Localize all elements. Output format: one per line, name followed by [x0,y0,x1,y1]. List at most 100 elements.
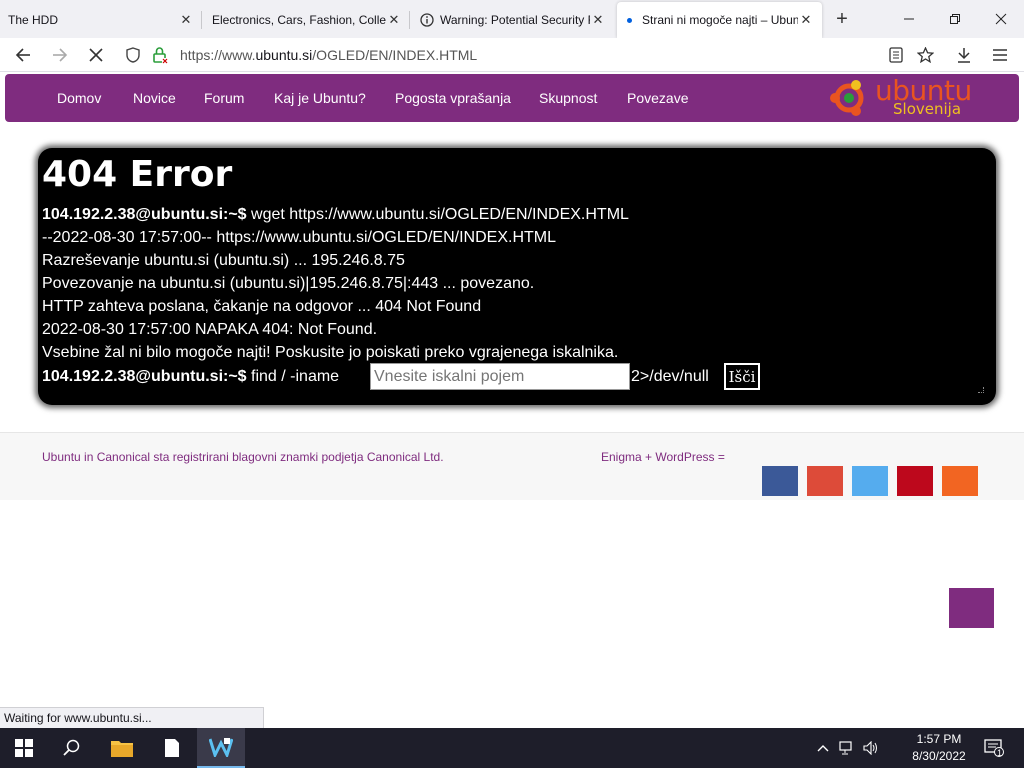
scroll-to-top-button[interactable] [949,588,994,628]
ubuntu-slovenija-logo[interactable]: ubuntu Slovenija [823,74,993,120]
logo-subtitle: Slovenija [893,100,962,118]
hamburger-menu-icon [993,49,1007,61]
terminal-prompt: 104.192.2.38@ubuntu.si:~$ [42,206,247,223]
url-text[interactable]: https://www.ubuntu.si/OGLED/EN/INDEX.HTM… [180,47,477,63]
back-button[interactable] [10,42,36,68]
download-icon [958,48,970,63]
document-icon [165,739,179,757]
google-plus-icon[interactable] [807,466,843,496]
notepad-button[interactable] [148,728,196,768]
clock-date: 8/30/2022 [912,749,966,763]
minimize-icon [904,18,914,20]
terminal-command: find / -iname [246,368,340,385]
menu-item-forum[interactable]: Forum [204,90,244,106]
rss-icon[interactable] [942,466,978,496]
tab-title: Strani ni mogoče najti – Ubuntu [642,13,798,27]
pinterest-icon[interactable] [897,466,933,496]
tab-title: Warning: Potential Security Risk [440,13,590,27]
status-bar: Waiting for www.ubuntu.si... [0,707,264,729]
minimize-button[interactable] [886,0,932,38]
tab-the-hdd[interactable]: The HDD ✕ [0,2,202,38]
search-button[interactable] [48,728,96,768]
terminal-suffix: 2>/dev/null [631,368,709,385]
start-button[interactable] [0,728,48,768]
close-icon[interactable]: ✕ [798,12,814,28]
menu-item-kaj-je-ubuntu[interactable]: Kaj je Ubuntu? [274,90,366,106]
url-host: ubuntu.si [255,47,313,63]
folder-icon [111,741,133,757]
close-icon[interactable]: ✕ [386,12,402,28]
stop-icon [89,48,103,62]
lock-icon[interactable] [152,46,168,64]
tab-ebay[interactable]: Electronics, Cars, Fashion, Collectibles… [204,2,410,38]
notification-count: 1 [997,748,1003,758]
taskbar: 1:57 PM 8/30/2022 1 [0,728,1024,768]
menu-item-pogosta-vprasanja[interactable]: Pogosta vprašanja [395,90,511,106]
chevron-up-icon[interactable] [812,728,834,768]
ubuntu-circle-of-friends-icon [830,80,864,116]
windows-logo-icon [15,739,33,757]
terminal-prompt: 104.192.2.38@ubuntu.si:~$ [42,368,247,385]
reader-view-icon [889,47,903,63]
search-input[interactable] [370,363,630,390]
terminal-output-line: Povezovanje na ubuntu.si (ubuntu.si)|195… [42,275,535,292]
terminal-command: wget https://www.ubuntu.si/OGLED/EN/INDE… [246,206,629,223]
forward-button[interactable] [47,42,73,68]
facebook-icon[interactable] [762,466,798,496]
site-footer: Ubuntu in Canonical sta registrirani bla… [0,432,1024,500]
volume-icon[interactable] [860,728,882,768]
restore-icon [950,14,960,24]
close-window-button[interactable] [978,0,1024,38]
restore-button[interactable] [932,0,978,38]
downloads-button[interactable] [951,42,977,68]
shield-icon[interactable] [126,47,140,63]
menu-item-domov[interactable]: Domov [57,90,101,106]
plus-icon: + [836,8,848,30]
menu-item-povezave[interactable]: Povezave [627,90,688,106]
page-title: 404 Error [42,154,233,195]
credits-text: Enigma + WordPress = [601,450,725,464]
network-icon[interactable] [836,728,858,768]
address-bar[interactable]: https://www.ubuntu.si/OGLED/EN/INDEX.HTM… [118,41,948,69]
file-explorer-button[interactable] [98,728,146,768]
close-icon [995,13,1007,25]
trademark-notice: Ubuntu in Canonical sta registrirani bla… [42,450,444,464]
info-icon [420,13,434,27]
action-center-button[interactable]: 1 [980,728,1008,768]
app-icon [209,738,233,757]
arrow-left-icon [15,48,30,62]
terminal-output-line: Vsebine žal ni bilo mogoče najti! Poskus… [42,344,619,361]
url-path: /OGLED/EN/INDEX.HTML [312,47,478,63]
resize-grip-icon [978,387,984,393]
terminal-output-line: Razreševanje ubuntu.si (ubuntu.si) ... 1… [42,252,405,269]
url-prefix: https://www. [180,47,256,63]
bookmark-button[interactable] [914,44,936,66]
search-button[interactable]: Išči [724,363,760,390]
menu-button[interactable] [987,42,1013,68]
close-icon[interactable]: ✕ [590,12,606,28]
terminal-output-line: HTTP zahteva poslana, čakanje na odgovor… [42,298,482,315]
terminal-output-line: --2022-08-30 17:57:00-- https://www.ubun… [42,229,556,246]
clock-time: 1:57 PM [916,732,962,746]
loading-indicator-icon [627,17,632,23]
tab-title: Electronics, Cars, Fashion, Collectibles [212,13,386,27]
menu-item-skupnost[interactable]: Skupnost [539,90,597,106]
star-icon [916,47,934,63]
search-icon [63,739,80,756]
system-clock[interactable]: 1:57 PM 8/30/2022 [906,731,972,765]
twitter-icon[interactable] [852,466,888,496]
terminal-search-line: 104.192.2.38@ubuntu.si:~$ find / -iname [42,368,339,386]
reader-view-button[interactable] [885,44,907,66]
terminal-box: 404 Error 104.192.2.38@ubuntu.si:~$ wget… [38,148,996,405]
arrow-right-icon [53,48,68,62]
tab-ubuntu-404[interactable]: Strani ni mogoče najti – Ubuntu ✕ [617,2,822,38]
stop-button[interactable] [83,42,109,68]
navigation-toolbar: https://www.ubuntu.si/OGLED/EN/INDEX.HTM… [0,38,1024,72]
site-header: Domov Novice Forum Kaj je Ubuntu? Pogost… [5,74,1019,122]
tab-security-warning[interactable]: Warning: Potential Security Risk ✕ [412,2,614,38]
app-button[interactable] [197,728,245,768]
menu-item-novice[interactable]: Novice [133,90,176,106]
terminal-output-line: 2022-08-30 17:57:00 NAPAKA 404: Not Foun… [42,321,378,338]
new-tab-button[interactable]: + [830,8,854,32]
close-icon[interactable]: ✕ [178,12,194,28]
